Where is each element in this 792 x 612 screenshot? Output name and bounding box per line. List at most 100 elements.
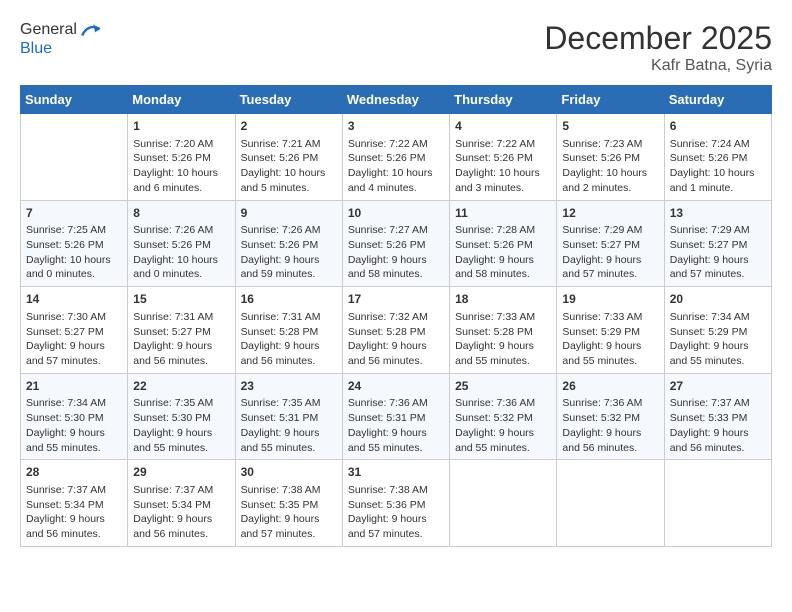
day-info: Sunrise: 7:38 AMSunset: 5:36 PMDaylight:… — [348, 483, 444, 542]
calendar-week-row: 7Sunrise: 7:25 AMSunset: 5:26 PMDaylight… — [21, 200, 772, 287]
calendar-week-row: 1Sunrise: 7:20 AMSunset: 5:26 PMDaylight… — [21, 114, 772, 201]
table-row: 11Sunrise: 7:28 AMSunset: 5:26 PMDayligh… — [450, 200, 557, 287]
day-number: 13 — [670, 205, 766, 222]
table-row: 7Sunrise: 7:25 AMSunset: 5:26 PMDaylight… — [21, 200, 128, 287]
day-info: Sunrise: 7:36 AMSunset: 5:32 PMDaylight:… — [562, 396, 658, 455]
title-block: December 2025 Kafr Batna, Syria — [544, 20, 772, 75]
table-row: 14 Sunrise: 7:30 AMSunset: 5:27 PMDayligh… — [21, 287, 128, 374]
col-friday: Friday — [557, 86, 664, 114]
table-row: 6 Sunrise: 7:24 AMSunset: 5:26 PMDaylight… — [664, 114, 771, 201]
day-number: 23 — [241, 378, 337, 395]
day-info: Sunrise: 7:20 AMSunset: 5:26 PMDaylight:… — [133, 137, 229, 196]
table-row: 19Sunrise: 7:33 AMSunset: 5:29 PMDayligh… — [557, 287, 664, 374]
day-number: 31 — [348, 464, 444, 481]
day-info: Sunrise: 7:30 AMSunset: 5:27 PMDaylight:… — [26, 310, 122, 369]
day-number: 16 — [241, 291, 337, 308]
day-info: Sunrise: 7:37 AMSunset: 5:34 PMDaylight:… — [26, 483, 122, 542]
day-info: Sunrise: 7:31 AMSunset: 5:27 PMDaylight:… — [133, 310, 229, 369]
day-info: Sunrise: 7:21 AMSunset: 5:26 PMDaylight:… — [241, 137, 337, 196]
day-number: 14 — [26, 291, 122, 308]
day-number: 9 — [241, 205, 337, 222]
calendar-week-row: 28 Sunrise: 7:37 AMSunset: 5:34 PMDayligh… — [21, 460, 772, 547]
logo: General Blue — [20, 20, 103, 58]
calendar-week-row: 14 Sunrise: 7:30 AMSunset: 5:27 PMDayligh… — [21, 287, 772, 374]
day-number: 17 — [348, 291, 444, 308]
table-row: 13Sunrise: 7:29 AMSunset: 5:27 PMDayligh… — [664, 200, 771, 287]
day-info: Sunrise: 7:27 AMSunset: 5:26 PMDaylight:… — [348, 223, 444, 282]
table-row — [21, 114, 128, 201]
table-row: 3Sunrise: 7:22 AMSunset: 5:26 PMDaylight… — [342, 114, 449, 201]
day-number: 11 — [455, 205, 551, 222]
col-tuesday: Tuesday — [235, 86, 342, 114]
day-info: Sunrise: 7:23 AMSunset: 5:26 PMDaylight:… — [562, 137, 658, 196]
day-number: 25 — [455, 378, 551, 395]
day-info: Sunrise: 7:31 AMSunset: 5:28 PMDaylight:… — [241, 310, 337, 369]
day-info: Sunrise: 7:33 AMSunset: 5:29 PMDaylight:… — [562, 310, 658, 369]
day-number: 18 — [455, 291, 551, 308]
table-row: 16 Sunrise: 7:31 AMSunset: 5:28 PMDayligh… — [235, 287, 342, 374]
day-number: 22 — [133, 378, 229, 395]
day-number: 27 — [670, 378, 766, 395]
table-row: 18 Sunrise: 7:33 AMSunset: 5:28 PMDayligh… — [450, 287, 557, 374]
day-number: 7 — [26, 205, 122, 222]
table-row: 26Sunrise: 7:36 AMSunset: 5:32 PMDayligh… — [557, 373, 664, 460]
col-wednesday: Wednesday — [342, 86, 449, 114]
day-number: 28 — [26, 464, 122, 481]
day-info: Sunrise: 7:29 AMSunset: 5:27 PMDaylight:… — [670, 223, 766, 282]
logo-icon — [79, 20, 103, 40]
day-info: Sunrise: 7:24 AMSunset: 5:26 PMDaylight:… — [670, 137, 766, 196]
day-number: 8 — [133, 205, 229, 222]
table-row: 29Sunrise: 7:37 AMSunset: 5:34 PMDayligh… — [128, 460, 235, 547]
table-row: 23Sunrise: 7:35 AMSunset: 5:31 PMDayligh… — [235, 373, 342, 460]
day-info: Sunrise: 7:33 AMSunset: 5:28 PMDaylight:… — [455, 310, 551, 369]
day-number: 5 — [562, 118, 658, 135]
col-monday: Monday — [128, 86, 235, 114]
day-number: 3 — [348, 118, 444, 135]
calendar-week-row: 21Sunrise: 7:34 AMSunset: 5:30 PMDayligh… — [21, 373, 772, 460]
day-info: Sunrise: 7:29 AMSunset: 5:27 PMDaylight:… — [562, 223, 658, 282]
table-row: 1Sunrise: 7:20 AMSunset: 5:26 PMDaylight… — [128, 114, 235, 201]
day-info: Sunrise: 7:37 AMSunset: 5:33 PMDaylight:… — [670, 396, 766, 455]
table-row: 31 Sunrise: 7:38 AMSunset: 5:36 PMDayligh… — [342, 460, 449, 547]
day-info: Sunrise: 7:36 AMSunset: 5:32 PMDaylight:… — [455, 396, 551, 455]
location-subtitle: Kafr Batna, Syria — [544, 57, 772, 75]
logo-blue-text: Blue — [20, 40, 103, 58]
day-info: Sunrise: 7:22 AMSunset: 5:26 PMDaylight:… — [455, 137, 551, 196]
day-info: Sunrise: 7:34 AMSunset: 5:30 PMDaylight:… — [26, 396, 122, 455]
table-row: 5 Sunrise: 7:23 AMSunset: 5:26 PMDaylight… — [557, 114, 664, 201]
table-row: 22Sunrise: 7:35 AMSunset: 5:30 PMDayligh… — [128, 373, 235, 460]
table-row — [450, 460, 557, 547]
page-header: General Blue December 2025 Kafr Batna, S… — [20, 20, 772, 75]
table-row: 25Sunrise: 7:36 AMSunset: 5:32 PMDayligh… — [450, 373, 557, 460]
table-row — [557, 460, 664, 547]
table-row — [664, 460, 771, 547]
day-number: 12 — [562, 205, 658, 222]
day-info: Sunrise: 7:35 AMSunset: 5:31 PMDaylight:… — [241, 396, 337, 455]
table-row: 27Sunrise: 7:37 AMSunset: 5:33 PMDayligh… — [664, 373, 771, 460]
day-info: Sunrise: 7:36 AMSunset: 5:31 PMDaylight:… — [348, 396, 444, 455]
day-number: 4 — [455, 118, 551, 135]
day-info: Sunrise: 7:32 AMSunset: 5:28 PMDaylight:… — [348, 310, 444, 369]
day-number: 2 — [241, 118, 337, 135]
table-row: 30Sunrise: 7:38 AMSunset: 5:35 PMDayligh… — [235, 460, 342, 547]
table-row: 8Sunrise: 7:26 AMSunset: 5:26 PMDaylight… — [128, 200, 235, 287]
col-saturday: Saturday — [664, 86, 771, 114]
calendar-table: Sunday Monday Tuesday Wednesday Thursday… — [20, 85, 772, 547]
table-row: 2 Sunrise: 7:21 AMSunset: 5:26 PMDaylight… — [235, 114, 342, 201]
day-number: 15 — [133, 291, 229, 308]
table-row: 4 Sunrise: 7:22 AMSunset: 5:26 PMDaylight… — [450, 114, 557, 201]
table-row: 21Sunrise: 7:34 AMSunset: 5:30 PMDayligh… — [21, 373, 128, 460]
col-thursday: Thursday — [450, 86, 557, 114]
logo-general-text: General — [20, 21, 77, 39]
table-row: 12Sunrise: 7:29 AMSunset: 5:27 PMDayligh… — [557, 200, 664, 287]
day-number: 6 — [670, 118, 766, 135]
calendar-header-row: Sunday Monday Tuesday Wednesday Thursday… — [21, 86, 772, 114]
day-number: 30 — [241, 464, 337, 481]
day-info: Sunrise: 7:28 AMSunset: 5:26 PMDaylight:… — [455, 223, 551, 282]
table-row: 9Sunrise: 7:26 AMSunset: 5:26 PMDaylight… — [235, 200, 342, 287]
day-info: Sunrise: 7:35 AMSunset: 5:30 PMDaylight:… — [133, 396, 229, 455]
table-row: 20Sunrise: 7:34 AMSunset: 5:29 PMDayligh… — [664, 287, 771, 374]
table-row: 28 Sunrise: 7:37 AMSunset: 5:34 PMDayligh… — [21, 460, 128, 547]
day-number: 26 — [562, 378, 658, 395]
day-info: Sunrise: 7:34 AMSunset: 5:29 PMDaylight:… — [670, 310, 766, 369]
